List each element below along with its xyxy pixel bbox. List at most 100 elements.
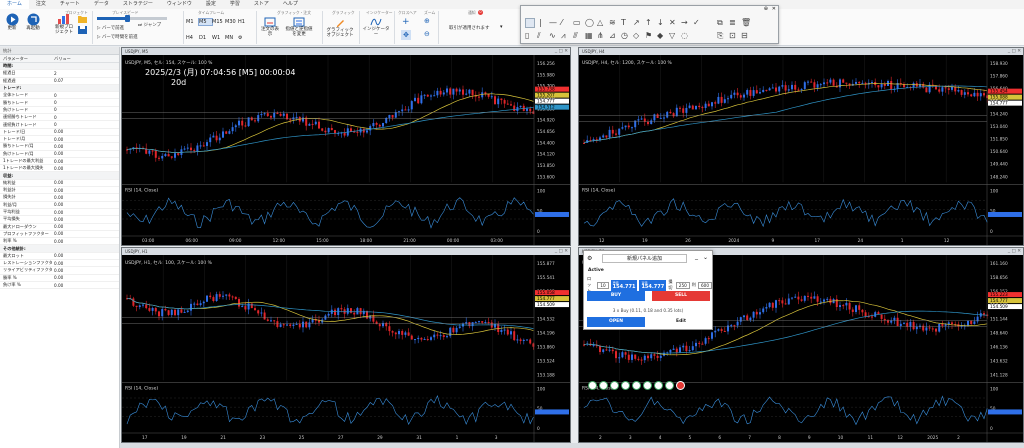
speed-slider-thumb[interactable] — [125, 15, 130, 22]
restart-button[interactable]: 再起動 — [24, 13, 42, 31]
grid-icon[interactable]: ▦ — [585, 31, 593, 40]
tf-h1[interactable]: H1 — [238, 19, 251, 25]
cursor-tool-icon[interactable] — [525, 18, 535, 28]
down-arrow-icon[interactable]: ↓ — [657, 18, 664, 27]
tf-m15[interactable]: M15 — [212, 19, 225, 25]
chevron-down-icon[interactable]: ▾ — [500, 24, 503, 30]
page-icon[interactable]: ▯ — [525, 31, 529, 40]
tf-m1[interactable]: M1 — [186, 19, 199, 25]
tf-w1[interactable]: W1 — [212, 35, 225, 41]
speed-slider[interactable] — [97, 15, 167, 22]
bar-time-step-button[interactable]: ▷ バーで時間を前進 — [97, 34, 138, 40]
new-project-button[interactable]: 新規プロジェクト — [53, 13, 75, 35]
tp-input[interactable]: 600 — [698, 281, 712, 289]
gann-icon[interactable]: ⊿ — [609, 31, 616, 40]
menu-strategy[interactable]: ストラテジー — [116, 0, 160, 9]
indicator-button[interactable]: インジケーター — [362, 17, 390, 37]
channel-icon[interactable]: ⫻ — [573, 31, 578, 40]
edit-button[interactable]: Edit — [652, 317, 710, 327]
tf-m30[interactable]: M30 — [225, 19, 238, 25]
chart-window-h1[interactable]: USDJPY, H1 _ □ ✕ USDJPY, H1, セル: 100, スケ… — [121, 247, 571, 443]
trend-line-icon[interactable]: ⁄ — [561, 18, 562, 27]
window-controls-icon[interactable]: _ □ ✕ — [555, 248, 568, 255]
cross-icon[interactable]: ✕ — [669, 18, 676, 27]
lock-icon[interactable]: ⊡ — [729, 31, 736, 40]
trash-all-icon[interactable]: ⊟ — [741, 31, 748, 40]
copy-icon[interactable]: ⧉ — [717, 18, 723, 27]
hatch-icon[interactable]: ⫽ — [537, 31, 541, 40]
window-controls-icon[interactable]: _ □ ✕ — [555, 48, 568, 55]
change-order-button[interactable]: 指値と逆指値を変更 — [284, 17, 314, 37]
robot-icon[interactable] — [654, 381, 663, 390]
paste-icon[interactable]: ⎘ — [717, 31, 723, 40]
robot-icon[interactable] — [665, 381, 674, 390]
pitchfork-icon[interactable]: ⋔ — [597, 31, 604, 40]
menu-window[interactable]: ウィンドウ — [160, 0, 199, 9]
chart-title[interactable]: USDJPY, M5 — [122, 48, 570, 55]
close-icon[interactable]: ✕ — [772, 6, 776, 12]
zoom-in-icon[interactable]: ⊕ — [424, 17, 430, 25]
ellipse-icon[interactable]: ◯ — [585, 18, 594, 27]
up-arrow-icon[interactable]: ↑ — [645, 18, 652, 27]
crosshair-move-icon[interactable]: ✥ — [401, 30, 411, 40]
diamond-icon[interactable]: ◆ — [657, 31, 663, 40]
delete-icon[interactable]: 🗑 — [741, 18, 751, 27]
tf-h4[interactable]: H4 — [186, 35, 199, 41]
menu-store[interactable]: ストア — [247, 0, 276, 9]
chart-canvas[interactable]: USDJPY, H4, セル: 1200, スケール: 100 % 158.930… — [579, 55, 1023, 245]
robot-icon[interactable] — [643, 381, 652, 390]
zoom-out-icon[interactable]: ⊖ — [424, 30, 430, 38]
check-icon[interactable]: ✓ — [693, 18, 700, 27]
horizontal-line-icon[interactable]: — — [549, 18, 557, 27]
bubble-icon[interactable]: ◌ — [681, 31, 688, 40]
folder-icon[interactable] — [78, 15, 87, 23]
pin-icon[interactable]: ⊕ — [764, 6, 768, 12]
tf-settings-icon[interactable]: ⚙ — [238, 35, 251, 41]
menu-learn[interactable]: 学習 — [223, 0, 247, 9]
minimize-icon[interactable]: _ — [695, 253, 698, 260]
gear-icon[interactable]: ⚙ — [587, 255, 592, 262]
window-controls-icon[interactable]: _ □ ✕ — [1008, 48, 1021, 55]
chart-title[interactable]: USDJPY, H4 — [579, 48, 1023, 55]
menu-help[interactable]: ヘルプ — [276, 0, 305, 9]
window-controls-icon[interactable]: _ □ ✕ — [1008, 248, 1021, 255]
tf-mn[interactable]: MN — [225, 35, 238, 41]
rectangle-icon[interactable]: ▭ — [573, 18, 581, 27]
robot-icon[interactable] — [610, 381, 619, 390]
sl-input[interactable]: 250 — [675, 281, 690, 289]
robot-icon[interactable] — [676, 381, 685, 390]
tf-m5[interactable]: M5 — [198, 18, 213, 26]
robot-icon[interactable] — [588, 381, 597, 390]
menu-settings[interactable]: 設定 — [199, 0, 223, 9]
triangle-icon[interactable]: △ — [597, 18, 603, 27]
clock-icon[interactable]: ◷ — [621, 31, 628, 40]
chevron-down-icon[interactable]: ⌄ — [703, 254, 708, 261]
vertical-line-icon[interactable]: | — [539, 18, 542, 27]
panel-title[interactable]: 新規パネル追加 — [602, 254, 687, 263]
triangle-down-icon[interactable]: ▽ — [669, 31, 675, 40]
right-arrow-icon[interactable]: → — [681, 18, 688, 27]
update-button[interactable]: 更新 — [4, 13, 20, 31]
zigzag-icon[interactable]: ⩘ — [561, 31, 566, 40]
robot-icon[interactable] — [599, 381, 608, 390]
crosshair-icon[interactable]: + — [402, 17, 410, 27]
menu-chart[interactable]: チャート — [53, 0, 87, 9]
buy-button[interactable]: BUY — [587, 291, 645, 301]
bar-step-button[interactable]: ▷ バーで前進 — [97, 25, 124, 31]
layers-icon[interactable]: ≣ — [729, 18, 736, 27]
lot-input[interactable]: 10 — [597, 281, 609, 289]
jump-button[interactable]: ⏭ ジャンプ — [138, 22, 161, 28]
menu-order[interactable]: 注文 — [29, 0, 53, 9]
chart-canvas[interactable]: USDJPY, H1, セル: 100, スケール: 100 % 155.877 1… — [122, 255, 570, 442]
wave-icon[interactable]: ∿ — [549, 31, 556, 40]
robot-icon[interactable] — [632, 381, 641, 390]
open-button[interactable]: OPEN — [587, 317, 645, 327]
robot-icon[interactable] — [621, 381, 630, 390]
menu-data[interactable]: データ — [87, 0, 116, 9]
arrow-icon[interactable]: ↗ — [633, 18, 640, 27]
show-orders-button[interactable]: 注文の表示 — [259, 17, 281, 37]
tf-d1[interactable]: D1 — [199, 35, 212, 41]
flag-icon[interactable]: ⚑ — [645, 31, 652, 40]
text-icon[interactable]: T — [621, 18, 626, 27]
fib-icon[interactable]: ≋ — [609, 18, 616, 27]
